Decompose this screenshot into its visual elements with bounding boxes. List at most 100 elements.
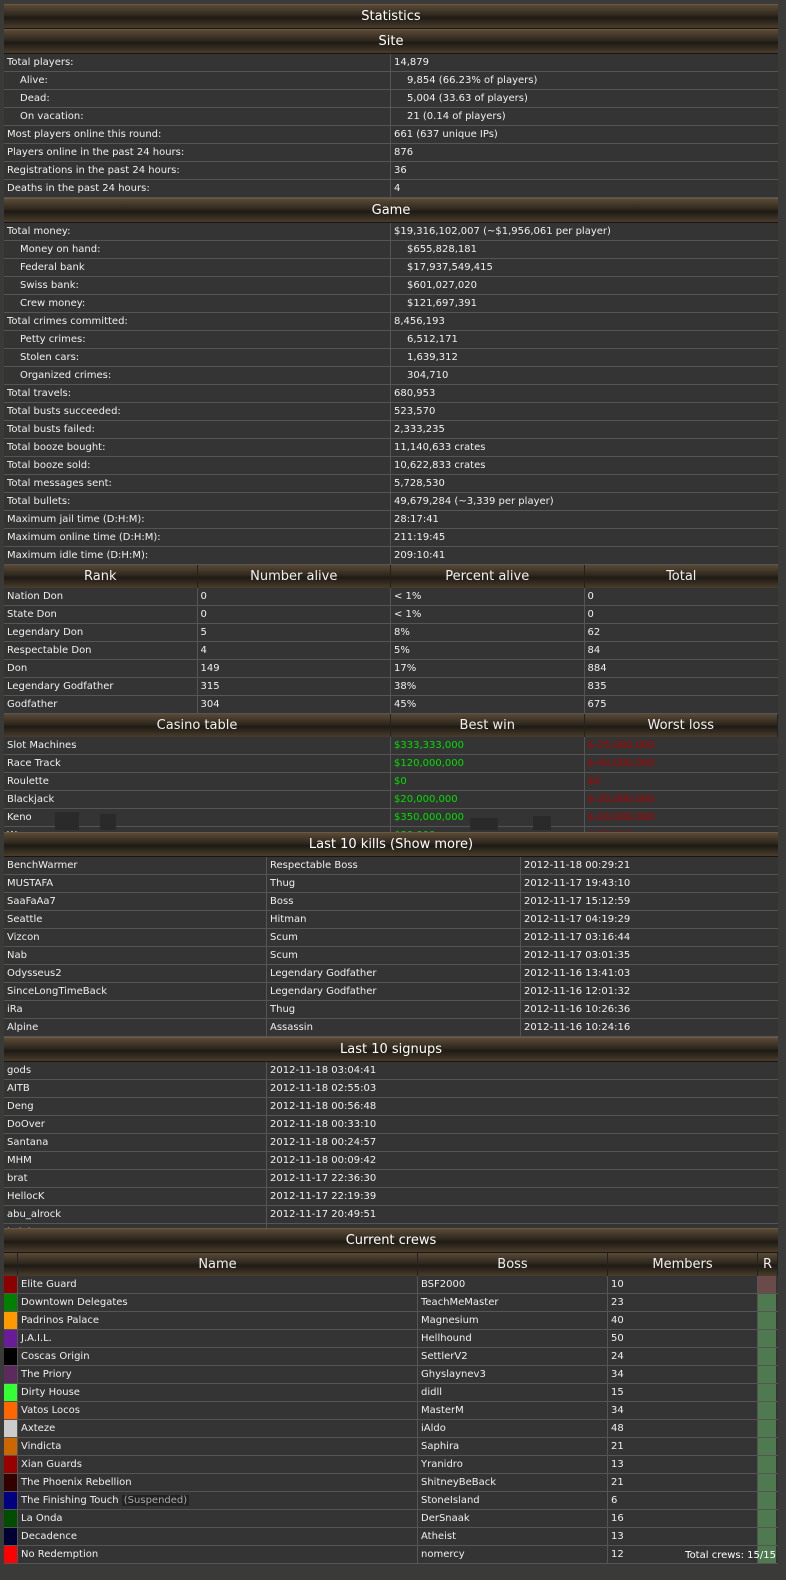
crew-color-swatch [4,1312,18,1329]
signup-player-name[interactable]: AITB [4,1080,267,1097]
kill-player-name[interactable]: BenchWarmer [4,857,267,874]
crew-name[interactable]: Decadence [21,1531,77,1542]
current-crews-title: Current crews [4,1228,778,1253]
stat-value: 211:19:45 [394,532,446,543]
signup-player-name[interactable]: Santana [4,1134,267,1151]
stat-label: Total money: [4,223,391,240]
statistics-panel: Statistics Site Total players: 14,879 Aliv… [4,4,778,845]
crew-row: Coscas Origin SettlerV2 24 [4,1348,778,1366]
crew-boss[interactable]: BSF2000 [418,1276,608,1293]
kill-player-name[interactable]: Seattle [4,911,267,928]
crew-name-cell: Dirty House [18,1384,418,1401]
kill-player-name[interactable]: Nab [4,947,267,964]
signup-row: gods 2012-11-18 03:04:41 [4,1062,778,1080]
crew-row: No Redemption nomercy 12 [4,1546,778,1564]
crew-boss[interactable]: SettlerV2 [418,1348,608,1365]
boss-col-header: Boss [418,1253,608,1276]
crew-boss[interactable]: Yranidro [418,1456,608,1473]
kill-time: 2012-11-16 10:24:16 [524,1022,631,1033]
rank-number-alive: 0 [198,606,391,623]
kill-row: SaaFaAa7 Boss 2012-11-17 15:12:59 [4,893,778,911]
crew-recruiting-indicator [758,1384,776,1401]
signup-player-name[interactable]: HellocK [4,1188,267,1205]
casino-row: Keno $350,000,000 $-20,000,000 [4,809,778,827]
stat-value: 28:17:41 [394,514,439,525]
stat-label: Stolen cars: [4,349,391,366]
kill-player-name[interactable]: Alpine [4,1019,267,1036]
crew-name[interactable]: Vatos Locos [21,1405,80,1416]
stat-label: Total crimes committed: [4,313,391,330]
crew-row: Xian Guards Yranidro 13 [4,1456,778,1474]
crew-name[interactable]: J.A.I.L. [21,1333,52,1344]
kill-player-name[interactable]: MUSTAFA [4,875,267,892]
crew-boss[interactable]: Hellhound [418,1330,608,1347]
casino-table: Slot Machines $333,333,000 $-25,000,000 Rac… [4,737,778,845]
crew-boss[interactable]: StoneIsland [418,1492,608,1509]
signup-row: DoOver 2012-11-18 00:33:10 [4,1116,778,1134]
stat-value: 11,140,633 crates [394,442,486,453]
crew-boss[interactable]: Ghyslaynev3 [418,1366,608,1383]
stat-value: $17,937,549,415 [407,262,493,273]
crew-name[interactable]: Xian Guards [21,1459,82,1470]
last-kills-title[interactable]: Last 10 kills (Show more) [4,832,778,857]
casino-best-win: $20,000,000 [391,791,585,808]
signup-player-name[interactable]: Deng [4,1098,267,1115]
crew-boss[interactable]: Atheist [418,1528,608,1545]
signup-player-name[interactable]: gods [4,1062,267,1079]
crew-boss[interactable]: ShitneyBeBack [418,1474,608,1491]
crew-boss[interactable]: Magnesium [418,1312,608,1329]
crew-name[interactable]: Dirty House [21,1387,80,1398]
signup-player-name[interactable]: DoOver [4,1116,267,1133]
game-stat-row: Total money: $19,316,102,007 (~$1,956,061… [4,223,778,241]
signup-player-name[interactable]: MHM [4,1152,267,1169]
crew-boss[interactable]: iAldo [418,1420,608,1437]
stat-label: Total players: [4,54,391,71]
kill-player-name[interactable]: iRa [4,1001,267,1018]
casino-row: Slot Machines $333,333,000 $-25,000,000 [4,737,778,755]
crew-color-swatch [4,1474,18,1491]
signup-row: abu_alrock 2012-11-17 20:49:51 [4,1206,778,1224]
kill-player-name[interactable]: SaaFaAa7 [4,893,267,910]
crew-boss[interactable]: nomercy [418,1546,608,1563]
crew-name[interactable]: Downtown Delegates [21,1297,128,1308]
signup-player-name[interactable]: abu_alrock [4,1206,267,1223]
crew-name[interactable]: The Finishing Touch [21,1495,119,1506]
game-stat-row: Money on hand: $655,828,181 [4,241,778,259]
stat-value: 304,710 [407,370,449,381]
game-stat-row: Total travels: 680,953 [4,385,778,403]
crew-members: 34 [608,1366,758,1383]
crew-name[interactable]: Axteze [21,1423,55,1434]
crew-name-cell: La Onda [18,1510,418,1527]
stat-value: 209:10:41 [394,550,446,561]
crew-name[interactable]: Padrinos Palace [21,1315,99,1326]
kill-player-name[interactable]: SinceLongTimeBack [4,983,267,1000]
crew-recruiting-indicator [758,1330,776,1347]
site-section-title: Site [4,29,778,54]
casino-worst-loss: $-20,000,000 [587,812,655,823]
crew-name[interactable]: La Onda [21,1513,63,1524]
kill-player-name[interactable]: Vizcon [4,929,267,946]
crew-boss[interactable]: didll [418,1384,608,1401]
crew-boss[interactable]: TeachMeMaster [418,1294,608,1311]
crew-name[interactable]: Coscas Origin [21,1351,90,1362]
crew-name[interactable]: Elite Guard [21,1279,77,1290]
kill-player-name[interactable]: Odysseus2 [4,965,267,982]
crew-boss[interactable]: DerSnaak [418,1510,608,1527]
crew-members: 6 [608,1492,758,1509]
crew-name[interactable]: Vindicta [21,1441,61,1452]
signup-player-name[interactable]: brat [4,1170,267,1187]
crew-boss[interactable]: MasterM [418,1402,608,1419]
kill-row: iRa Thug 2012-11-16 10:26:36 [4,1001,778,1019]
stat-label: Total travels: [4,385,391,402]
worst-loss-col-header: Worst loss [584,714,778,737]
rank-percent-alive: 8% [391,624,585,641]
crew-members: 16 [608,1510,758,1527]
crew-row: Axteze iAldo 48 [4,1420,778,1438]
crew-name[interactable]: No Redemption [21,1549,98,1560]
crew-members: 15 [608,1384,758,1401]
stat-label: Organized crimes: [4,367,391,384]
crew-boss[interactable]: Saphira [418,1438,608,1455]
crew-name[interactable]: The Phoenix Rebellion [21,1477,132,1488]
game-stat-row: Swiss bank: $601,027,020 [4,277,778,295]
crew-name[interactable]: The Priory [21,1369,72,1380]
